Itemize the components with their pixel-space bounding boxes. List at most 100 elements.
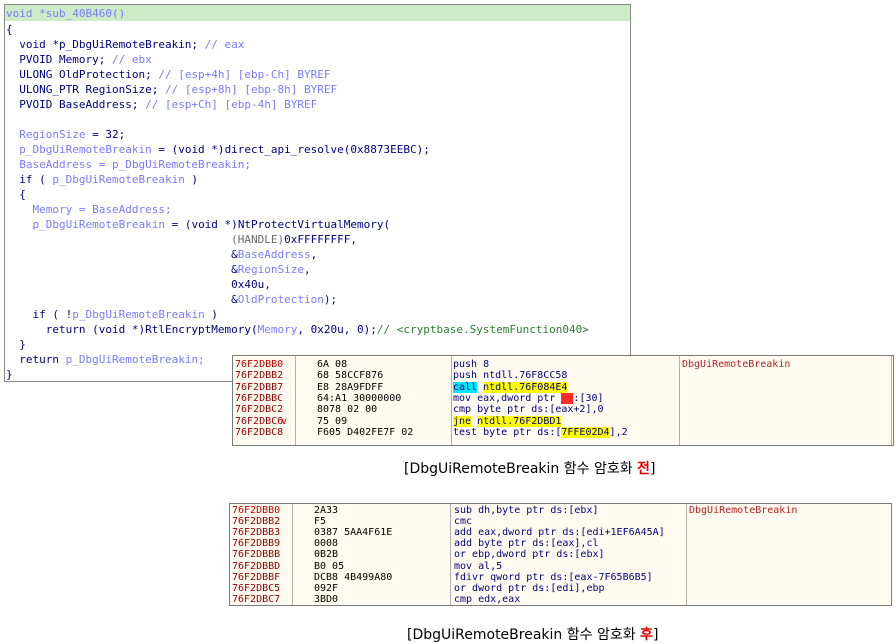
operand[interactable]: ],2 bbox=[610, 427, 628, 438]
instruction-cell[interactable]: or ebp,dword ptr ds:[ebx] bbox=[454, 549, 605, 560]
instruction-cell[interactable]: call ntdll.76F084E4 bbox=[453, 381, 568, 393]
address-cell[interactable]: 76F2DBB3 bbox=[232, 527, 280, 538]
operand[interactable]: ntdll.76F2DBD1 bbox=[477, 415, 562, 427]
code-line: &RegionSize, bbox=[6, 262, 311, 277]
code-line-signature[interactable]: void *sub_40B460() bbox=[6, 6, 125, 21]
comment: // eax bbox=[198, 38, 245, 51]
column-divider bbox=[891, 356, 892, 445]
address-cell[interactable]: 76F2DBBB bbox=[232, 549, 280, 560]
instruction-cell[interactable]: fdivr qword ptr ds:[eax-7F65B6B5] bbox=[454, 572, 653, 583]
code-line: if ( p_DbgUiRemoteBreakin ) bbox=[6, 172, 198, 187]
code-line: void *p_DbgUiRemoteBreakin; // eax bbox=[6, 37, 244, 52]
address-cell[interactable]: 76F2DBB2 bbox=[235, 370, 283, 381]
caption-text: ] bbox=[649, 461, 656, 477]
address-cell[interactable]: 76F2DBB7 bbox=[235, 382, 283, 393]
address-cell[interactable]: 76F2DBC7 bbox=[232, 594, 280, 605]
address-cell[interactable]: 76F2DBBF bbox=[232, 572, 280, 583]
decl[interactable]: void *p_DbgUiRemoteBreakin; bbox=[6, 38, 198, 51]
bytes-cell[interactable]: 8078 02 00 bbox=[317, 404, 377, 415]
instruction-cell[interactable]: test byte ptr ds:[7FFE02D4],2 bbox=[453, 426, 628, 438]
instruction-cell[interactable]: jne ntdll.76F2DBD1 bbox=[453, 415, 562, 427]
column-divider bbox=[450, 504, 451, 605]
code-line: ULONG OldProtection; // [esp+4h] [ebp-Ch… bbox=[6, 67, 331, 82]
address-cell[interactable]: 76F2DBB2 bbox=[232, 516, 280, 527]
disassembly-before[interactable]: 76F2DBB0 6A 08 push 8 DbgUiRemoteBreakin 76F… bbox=[232, 355, 894, 446]
const: 0x40u, bbox=[6, 278, 271, 291]
bytes-cell[interactable]: 3BD0 bbox=[314, 594, 338, 605]
address-cell[interactable]: 76F2DBBD bbox=[232, 561, 280, 572]
bytes-cell[interactable]: 092F bbox=[314, 583, 338, 594]
address-cell[interactable]: 76F2DBB0 bbox=[235, 359, 283, 370]
address-cell[interactable]: 76F2DBC2 bbox=[235, 404, 283, 415]
address-cell[interactable]: 76F2DBB9 bbox=[232, 538, 280, 549]
bytes-cell[interactable]: 64:A1 30000000 bbox=[317, 393, 401, 404]
comment: // [esp+8h] [ebp-8h] BYREF bbox=[158, 83, 338, 96]
instruction-cell[interactable]: mov eax,dword ptr fs:[30] bbox=[453, 392, 604, 404]
var-ref[interactable]: BaseAddress = p_DbgUiRemoteBreakin; bbox=[6, 158, 251, 171]
bytes-cell[interactable]: B0 05 bbox=[314, 561, 344, 572]
var-ref[interactable]: BaseAddress bbox=[238, 248, 311, 261]
decl[interactable]: PVOID BaseAddress; bbox=[6, 98, 138, 111]
bytes-cell[interactable]: F605 D402FE7F 02 bbox=[317, 427, 413, 438]
operand[interactable]: :[30] bbox=[573, 393, 603, 404]
bytes-cell[interactable]: 0387 5AA4F61E bbox=[314, 527, 392, 538]
instruction-cell[interactable]: mov al,5 bbox=[454, 561, 502, 572]
bytes-cell[interactable]: 68 58CCF876 bbox=[317, 370, 383, 381]
var-ref[interactable]: Memory bbox=[258, 323, 298, 336]
address-cell[interactable]: 76F2DBC6 bbox=[235, 416, 283, 427]
code-text: , 0x20u, 0); bbox=[297, 323, 377, 336]
var-ref[interactable]: p_DbgUiRemoteBreakin bbox=[6, 143, 151, 156]
code-line: p_DbgUiRemoteBreakin = (void *)NtProtect… bbox=[6, 217, 390, 232]
var-ref[interactable]: RegionSize bbox=[6, 128, 85, 141]
code-text: = 32; bbox=[85, 128, 126, 141]
operand-highlight[interactable]: fs bbox=[561, 392, 574, 404]
code-text: & bbox=[6, 248, 238, 261]
code-line: } bbox=[6, 367, 13, 381]
instruction-cell[interactable]: add eax,dword ptr ds:[edi+1EF6A45A] bbox=[454, 527, 665, 538]
var-ref[interactable]: p_DbgUiRemoteBreakin bbox=[52, 173, 184, 186]
address-cell[interactable]: 76F2DBC8 bbox=[235, 427, 283, 438]
func-call[interactable]: RtlEncryptMemory( bbox=[145, 323, 258, 336]
const: 0xFFFFFFFF, bbox=[284, 233, 358, 246]
pseudocode-view[interactable]: void *sub_40B460() { void *p_DbgUiRemote… bbox=[4, 4, 631, 382]
instruction-cell[interactable]: cmc bbox=[454, 516, 472, 527]
func-call[interactable]: NtProtectVirtualMemory( bbox=[238, 218, 390, 231]
decl[interactable]: ULONG OldProtection; bbox=[6, 68, 151, 81]
var-ref[interactable]: OldProtection bbox=[238, 293, 324, 306]
instruction-cell[interactable]: cmp byte ptr ds:[eax+2],0 bbox=[453, 404, 604, 415]
bytes-cell[interactable]: 75 09 bbox=[317, 416, 347, 427]
decl[interactable]: ULONG_PTR RegionSize; bbox=[6, 83, 158, 96]
func-call[interactable]: direct_api_resolve(0x8873EEBC); bbox=[225, 143, 430, 156]
bytes-cell[interactable]: 2A33 bbox=[314, 505, 338, 516]
address-cell[interactable]: 76F2DBB0 bbox=[232, 505, 280, 516]
bytes-cell[interactable]: E8 28A9FDFF bbox=[317, 382, 383, 393]
var-ref[interactable]: p_DbgUiRemoteBreakin bbox=[72, 308, 204, 321]
instruction-cell[interactable]: cmp edx,eax bbox=[454, 594, 520, 605]
operand-highlight[interactable]: 7FFE02D4 bbox=[561, 426, 610, 438]
keyword: return bbox=[6, 353, 66, 366]
bytes-cell[interactable]: 6A 08 bbox=[317, 359, 347, 370]
instruction-cell[interactable]: add byte ptr ds:[eax],cl bbox=[454, 538, 599, 549]
code-text: , bbox=[310, 248, 318, 261]
var-ref[interactable]: p_DbgUiRemoteBreakin; bbox=[66, 353, 205, 366]
function-signature[interactable]: void *sub_40B460() bbox=[6, 7, 125, 20]
address-cell[interactable]: 76F2DBC5 bbox=[232, 583, 280, 594]
var-ref[interactable]: RegionSize bbox=[238, 263, 304, 276]
disassembly-after[interactable]: 76F2DBB0 2A33 sub dh,byte ptr ds:[ebx] DbgU… bbox=[229, 503, 892, 606]
decl[interactable]: PVOID Memory; bbox=[6, 53, 105, 66]
operand[interactable]: ntdll.76F084E4 bbox=[483, 381, 568, 393]
comment: // [esp+4h] [ebp-Ch] BYREF bbox=[151, 68, 331, 81]
bytes-cell[interactable]: DCB8 4B499A80 bbox=[314, 572, 392, 583]
instruction-cell[interactable]: push 8 bbox=[453, 359, 489, 370]
bytes-cell[interactable]: 0B2B bbox=[314, 549, 338, 560]
instruction-cell[interactable]: sub dh,byte ptr ds:[ebx] bbox=[454, 505, 599, 516]
var-ref[interactable]: Memory = BaseAddress; bbox=[6, 203, 171, 216]
instruction-cell[interactable]: push ntdll.76F8CC58 bbox=[453, 370, 567, 381]
column-divider bbox=[295, 356, 296, 445]
address-cell[interactable]: 76F2DBBC bbox=[235, 393, 283, 404]
var-ref[interactable]: p_DbgUiRemoteBreakin bbox=[6, 218, 164, 231]
bytes-cell[interactable]: 0008 bbox=[314, 538, 338, 549]
code-line: if ( !p_DbgUiRemoteBreakin ) bbox=[6, 307, 217, 322]
bytes-cell[interactable]: F5 bbox=[314, 516, 326, 527]
instruction-cell[interactable]: or dword ptr ds:[edi],ebp bbox=[454, 583, 605, 594]
